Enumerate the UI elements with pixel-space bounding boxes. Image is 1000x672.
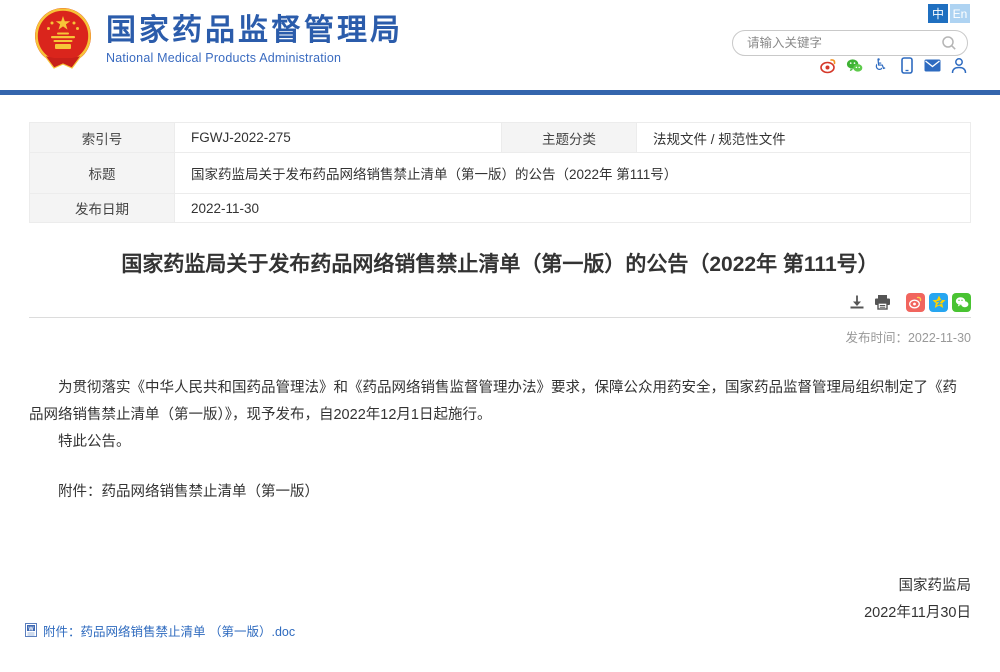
lang-en-button[interactable]: En (950, 4, 970, 23)
language-toggle: 中 En (928, 4, 970, 23)
title-label: 标题 (30, 153, 175, 194)
signature-org: 国家药监局 (29, 573, 971, 600)
header-divider (0, 90, 1000, 95)
body-paragraph-2: 特此公告。 (29, 429, 971, 456)
site-header: 国家药品监督管理局 National Medical Products Admi… (0, 0, 1000, 90)
lang-zh-button[interactable]: 中 (928, 4, 948, 23)
national-emblem-logo (30, 6, 96, 72)
site-title-zh: 国家药品监督管理局 (106, 14, 403, 48)
mobile-icon[interactable] (898, 57, 915, 74)
share-weibo-icon[interactable] (906, 293, 925, 312)
attachment-doc-link[interactable]: 附件：药品网络销售禁止清单 （第一版）.doc (43, 621, 295, 640)
signature-block: 国家药监局 2022年11月30日 (29, 573, 971, 627)
publish-time: 发布时间：2022-11-30 (29, 327, 971, 346)
share-buttons (906, 293, 971, 312)
download-icon[interactable] (848, 293, 866, 311)
publish-date-value: 2022-11-30 (175, 194, 971, 223)
svg-text:W: W (28, 626, 34, 632)
doc-file-icon: W (25, 623, 39, 638)
print-icon[interactable] (873, 293, 891, 311)
table-row: 标题 国家药监局关于发布药品网络销售禁止清单（第一版）的公告（2022年 第11… (30, 153, 971, 194)
accessibility-icon[interactable]: ♿ (872, 57, 889, 74)
mail-icon[interactable] (924, 57, 941, 74)
body-paragraph-1: 为贯彻落实《中华人民共和国药品管理法》和《药品网络销售监督管理办法》要求，保障公… (29, 375, 971, 429)
wechat-icon[interactable] (846, 57, 863, 74)
share-qzone-icon[interactable] (929, 293, 948, 312)
article-toolbar (29, 292, 971, 312)
table-row: 索引号 FGWJ-2022-275 主题分类 法规文件 / 规范性文件 (30, 123, 971, 153)
search-input[interactable] (747, 36, 941, 50)
footer-attachment: W 附件：药品网络销售禁止清单 （第一版）.doc (25, 621, 295, 640)
weibo-icon[interactable] (820, 57, 837, 74)
subject-category-label: 主题分类 (502, 123, 637, 153)
header-quick-icons: ♿ (820, 57, 967, 74)
search-icon[interactable] (941, 35, 957, 51)
article-body: 为贯彻落实《中华人民共和国药品管理法》和《药品网络销售监督管理办法》要求，保障公… (29, 375, 971, 456)
index-number-label: 索引号 (30, 123, 175, 153)
user-icon[interactable] (950, 57, 967, 74)
subject-category-value: 法规文件 / 规范性文件 (637, 123, 971, 153)
site-title-en: National Medical Products Administration (106, 51, 403, 65)
share-wechat-icon[interactable] (952, 293, 971, 312)
index-number-value: FGWJ-2022-275 (175, 123, 502, 153)
page-title: 国家药监局关于发布药品网络销售禁止清单（第一版）的公告（2022年 第111号） (29, 248, 971, 278)
document-info-table: 索引号 FGWJ-2022-275 主题分类 法规文件 / 规范性文件 标题 国… (29, 122, 971, 223)
site-identity: 国家药品监督管理局 National Medical Products Admi… (106, 14, 403, 65)
publish-date-label: 发布日期 (30, 194, 175, 223)
title-divider (29, 317, 971, 318)
title-value: 国家药监局关于发布药品网络销售禁止清单（第一版）的公告（2022年 第111号） (175, 153, 971, 194)
site-search[interactable] (732, 30, 968, 56)
table-row: 发布日期 2022-11-30 (30, 194, 971, 223)
attachment-mention: 附件：药品网络销售禁止清单（第一版） (29, 480, 971, 501)
article-container: 索引号 FGWJ-2022-275 主题分类 法规文件 / 规范性文件 标题 国… (29, 122, 971, 627)
